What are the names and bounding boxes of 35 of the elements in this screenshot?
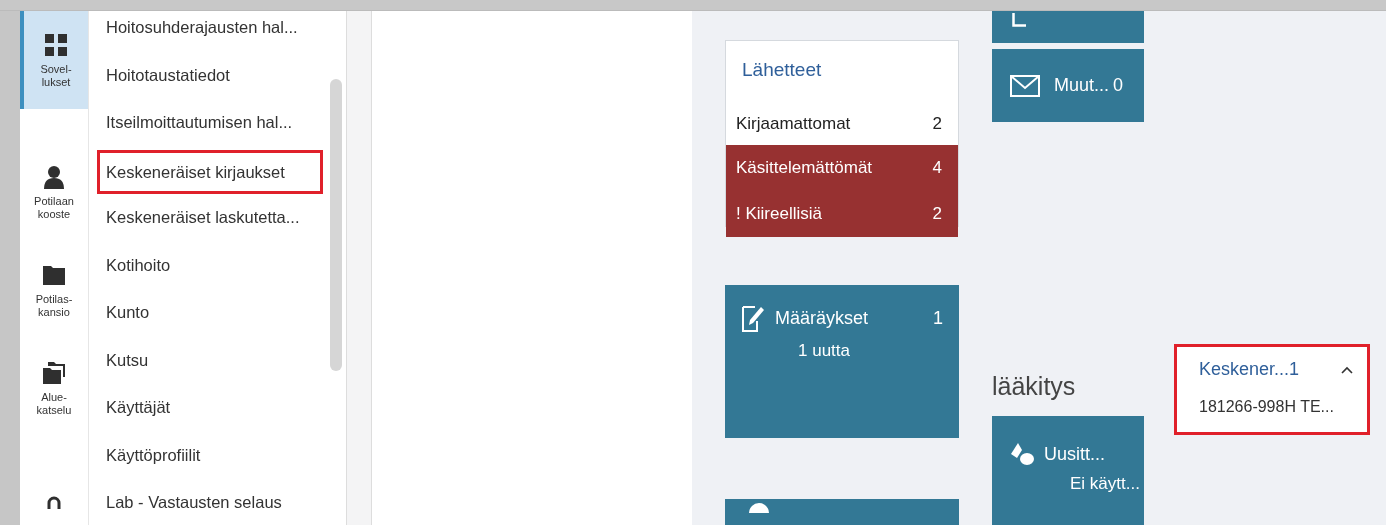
referral-row[interactable]: Käsittelemättömät 4 — [726, 145, 958, 191]
menu-item[interactable]: Kotihoito — [97, 242, 323, 290]
rail-item[interactable]: Potilaan kooste — [20, 143, 88, 241]
rail-item[interactable]: Potilas-kansio — [20, 241, 88, 339]
folder-icon — [42, 263, 66, 287]
chevron-icon[interactable] — [1341, 365, 1353, 374]
menu-item[interactable]: Lab - Vastausten selaus — [97, 480, 323, 525]
menu-item[interactable]: Itseilmoittautumisen hal... — [97, 100, 323, 148]
draft-row[interactable]: 181266-998H TE... — [1199, 398, 1353, 416]
envelope-icon — [1010, 74, 1040, 97]
tile[interactable] — [725, 499, 959, 525]
tile[interactable] — [992, 11, 1144, 43]
card-title[interactable]: Lähetteet — [726, 41, 958, 103]
scrollbar[interactable] — [330, 79, 342, 371]
menu-item[interactable]: Kutsu — [97, 337, 323, 385]
pills-icon — [1010, 442, 1034, 466]
menu-item[interactable]: Keskeneräiset kirjaukset — [97, 149, 323, 194]
card-title[interactable]: Keskener...1 — [1199, 359, 1300, 380]
menu-item[interactable]: Hoitotaustatiedot — [97, 52, 323, 100]
menu-item[interactable]: Hoitosuhderajausten hal... — [97, 5, 323, 53]
other-tile[interactable]: Muut... 0 — [992, 49, 1144, 122]
grid-icon — [44, 33, 68, 57]
menu-item[interactable]: Kunto — [97, 290, 323, 338]
rail-item[interactable]: Sovel-lukset — [20, 11, 88, 109]
menu-item[interactable]: Keskeneräiset laskutetta... — [97, 195, 323, 243]
referral-row[interactable]: ! Kiireellisiä 2 — [726, 191, 958, 237]
edit-document-icon — [741, 303, 765, 333]
referral-row[interactable]: Kirjaamattomat 2 — [726, 103, 958, 145]
orders-tile[interactable]: Määräykset 1 1 uutta — [725, 285, 959, 438]
menu-item[interactable]: Käyttäjät — [97, 385, 323, 433]
folders-icon — [42, 361, 66, 385]
menu-item[interactable]: Käyttöprofiilit — [97, 432, 323, 480]
medication-tile[interactable]: Uusitt... Ei käytt... — [992, 416, 1144, 525]
section-heading: lääkitys — [992, 372, 1077, 401]
rail-item[interactable]: Alue-katselu — [20, 339, 88, 437]
